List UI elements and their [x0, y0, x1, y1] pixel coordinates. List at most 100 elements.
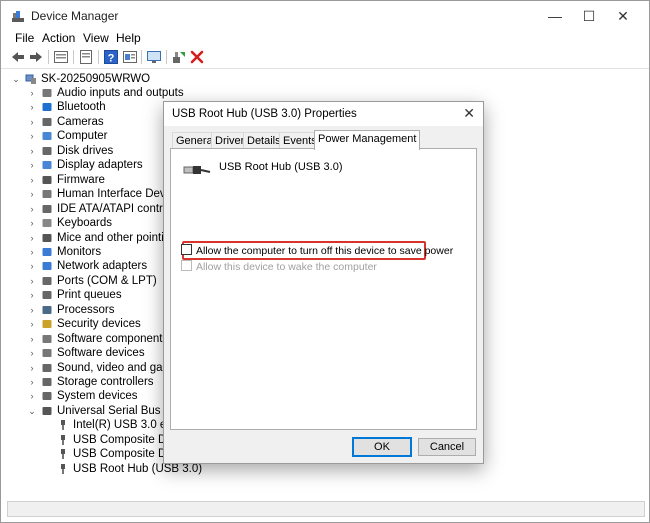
toolbar-separator: [98, 50, 99, 64]
title-bar: Device Manager — ☐ ✕: [1, 1, 649, 31]
maximize-button[interactable]: ☐: [575, 5, 603, 27]
expand-chevron-icon[interactable]: ›: [27, 115, 37, 129]
forward-arrow-icon[interactable]: [28, 49, 44, 65]
tree-category-label: Display adapters: [57, 159, 143, 172]
monitor-icon[interactable]: [146, 49, 162, 65]
toolbar: ?: [1, 46, 649, 69]
device-category-icon: [42, 146, 52, 155]
menu-view[interactable]: View: [83, 31, 109, 45]
computer-icon: [25, 74, 36, 84]
properties-icon[interactable]: [53, 49, 69, 65]
expand-chevron-icon[interactable]: ›: [27, 245, 37, 259]
expand-chevron-icon[interactable]: ›: [27, 231, 37, 245]
expand-chevron-icon[interactable]: ›: [27, 202, 37, 216]
minimize-button[interactable]: —: [541, 5, 569, 27]
device-category-icon: [42, 305, 52, 314]
dialog-body: General Driver Details Events Power Mana…: [164, 126, 483, 463]
menu-action[interactable]: Action: [42, 31, 75, 45]
expand-chevron-icon[interactable]: ›: [27, 332, 37, 346]
expand-chevron-icon[interactable]: ›: [27, 100, 37, 114]
svg-text:?: ?: [108, 53, 115, 65]
usb-device-icon: [61, 463, 65, 474]
device-category-icon: [42, 161, 52, 170]
tree-category-label: Security devices: [57, 318, 141, 331]
back-arrow-icon[interactable]: [10, 49, 26, 65]
close-button[interactable]: ✕: [609, 5, 637, 27]
ok-button[interactable]: OK: [352, 437, 412, 457]
show-hidden-icon[interactable]: [122, 49, 138, 65]
expand-chevron-icon[interactable]: ›: [27, 259, 37, 273]
tree-category-label: Processors: [57, 303, 115, 316]
expand-chevron-icon[interactable]: ›: [27, 317, 37, 331]
collapse-chevron-icon[interactable]: ⌄: [27, 404, 37, 418]
device-category-icon: [42, 103, 52, 112]
tree-category-label: Computer: [57, 130, 108, 143]
expand-chevron-icon[interactable]: ›: [27, 216, 37, 230]
tree-category-label: Bluetooth: [57, 101, 106, 114]
enable-device-icon[interactable]: [171, 49, 187, 65]
device-category-icon: [42, 334, 52, 343]
expand-chevron-icon[interactable]: ›: [27, 389, 37, 403]
usb-plug-icon: [183, 166, 211, 174]
menu-bar: File Action View Help: [1, 29, 649, 47]
expand-chevron-icon[interactable]: ›: [27, 187, 37, 201]
expand-chevron-icon[interactable]: ›: [27, 144, 37, 158]
tree-category-label: System devices: [57, 390, 138, 403]
power-management-panel: USB Root Hub (USB 3.0) Allow the compute…: [170, 148, 477, 430]
expand-chevron-icon[interactable]: ›: [27, 361, 37, 375]
device-category-icon: [42, 204, 52, 213]
device-category-icon: [42, 349, 52, 358]
allow-wake-checkbox: [181, 260, 192, 271]
device-category-icon: [42, 132, 52, 141]
tree-category-label: Monitors: [57, 245, 102, 258]
cancel-button[interactable]: Cancel: [418, 438, 476, 456]
device-category-icon: [42, 363, 52, 372]
dialog-title: USB Root Hub (USB 3.0) Properties: [172, 108, 357, 120]
properties-dialog: USB Root Hub (USB 3.0) Properties ✕ Gene…: [163, 101, 484, 464]
allow-wake-option: Allow this device to wake the computer: [181, 260, 377, 273]
toolbar-separator: [73, 50, 74, 64]
collapse-chevron-icon[interactable]: ⌄: [11, 72, 21, 86]
device-category-icon: [42, 392, 52, 401]
remove-device-icon[interactable]: [189, 49, 205, 65]
expand-chevron-icon[interactable]: ›: [27, 86, 37, 100]
update-icon[interactable]: [78, 49, 94, 65]
expand-chevron-icon[interactable]: ›: [27, 346, 37, 360]
usb-device-icon: [61, 434, 65, 445]
help-icon[interactable]: ?: [103, 49, 119, 65]
expand-chevron-icon[interactable]: ›: [27, 158, 37, 172]
menu-file[interactable]: File: [15, 31, 34, 45]
tree-category-label: Storage controllers: [57, 376, 154, 388]
tree-category-label: Ports (COM & LPT): [57, 274, 157, 287]
expand-chevron-icon[interactable]: ›: [27, 274, 37, 288]
device-category-icon: [42, 291, 52, 300]
device-category-icon: [42, 276, 52, 285]
device-category-icon: [42, 233, 52, 242]
toolbar-separator: [141, 50, 142, 64]
expand-chevron-icon[interactable]: ›: [27, 129, 37, 143]
usb-device-icon: [61, 449, 65, 460]
expand-chevron-icon[interactable]: ›: [27, 173, 37, 187]
usb-device-icon: [61, 420, 65, 431]
tree-category-label: Network adapters: [57, 260, 148, 273]
allow-turn-off-checkbox[interactable]: [181, 244, 192, 255]
expand-chevron-icon[interactable]: ›: [27, 375, 37, 389]
allow-turn-off-label: Allow the computer to turn off this devi…: [196, 245, 454, 257]
allow-turn-off-option[interactable]: Allow the computer to turn off this devi…: [181, 244, 453, 257]
dialog-close-button[interactable]: ✕: [463, 105, 475, 122]
tab-power-management[interactable]: Power Management: [314, 130, 421, 150]
tree-category-label: Software devices: [57, 347, 145, 360]
device-category-icon: [42, 262, 52, 271]
menu-help[interactable]: Help: [116, 31, 141, 45]
status-bar: [7, 501, 645, 517]
tree-category-label: Keyboards: [57, 217, 112, 230]
device-category-icon: [42, 320, 52, 329]
device-category-icon: [42, 219, 52, 228]
tree-category-label: Firmware: [57, 173, 105, 186]
window-title: Device Manager: [31, 9, 119, 23]
expand-chevron-icon[interactable]: ›: [27, 288, 37, 302]
allow-wake-label: Allow this device to wake the computer: [196, 261, 377, 273]
toolbar-separator: [166, 50, 167, 64]
expand-chevron-icon[interactable]: ›: [27, 303, 37, 317]
device-manager-app-icon: [12, 11, 24, 22]
